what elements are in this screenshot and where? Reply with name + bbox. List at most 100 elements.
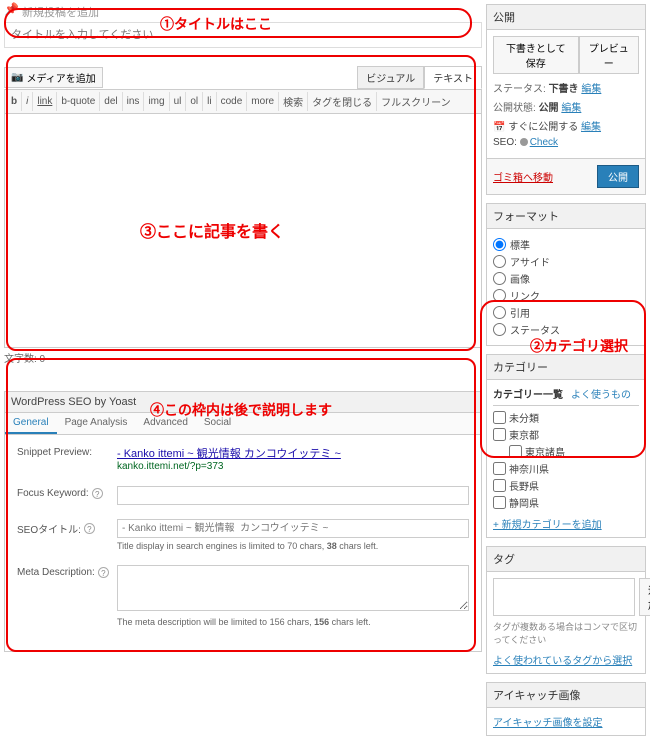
cat-label: 神奈川県 xyxy=(509,461,549,476)
format-label: ステータス xyxy=(510,322,560,337)
format-label: アサイド xyxy=(510,254,550,269)
tbtn-link[interactable]: link xyxy=(33,92,57,111)
seo-status-icon xyxy=(520,138,528,146)
tags-panel: タグ 追加 タグが複数ある場合はコンマで区切ってください よく使われているタグか… xyxy=(486,546,646,674)
cat-label: 静岡県 xyxy=(509,495,539,510)
edit-visibility-link[interactable]: 編集 xyxy=(561,103,581,114)
cat-tab-all[interactable]: カテゴリー一覧 xyxy=(493,386,563,401)
seo-meta-label: Meta Description: xyxy=(17,567,95,578)
tbtn-italic[interactable]: i xyxy=(22,92,33,111)
categories-title: カテゴリー xyxy=(487,355,645,380)
seo-snippet-url: kanko.ittemi.net/?p=373 xyxy=(117,461,469,472)
seo-check-link[interactable]: Check xyxy=(530,137,558,148)
cat-label: 未分類 xyxy=(509,410,539,425)
categories-panel: カテゴリー カテゴリー一覧 よく使うもの 未分類 東京都 東京諸島 神奈川県 長… xyxy=(486,354,646,538)
tbtn-ul[interactable]: ul xyxy=(170,92,187,111)
featured-image-panel: アイキャッチ画像 アイキャッチ画像を設定 xyxy=(486,682,646,736)
editor-toolbar: b i link b-quote del ins img ul ol li co… xyxy=(4,89,482,114)
word-count: 文字数: 0 xyxy=(4,350,482,365)
seo-meta-note: The meta description will be limited to … xyxy=(117,617,469,627)
tbtn-del[interactable]: del xyxy=(100,92,122,111)
tbtn-ins[interactable]: ins xyxy=(123,92,145,111)
cat-checkbox[interactable] xyxy=(493,479,506,492)
help-icon[interactable]: ? xyxy=(92,488,103,499)
status-value: 下書き xyxy=(549,84,579,95)
format-radio-status[interactable] xyxy=(493,323,506,336)
edit-status-link[interactable]: 編集 xyxy=(581,84,601,95)
seo-snippet-label: Snippet Preview: xyxy=(17,445,117,458)
move-to-trash-link[interactable]: ゴミ箱へ移動 xyxy=(493,169,553,184)
format-title: フォーマット xyxy=(487,204,645,229)
seo-title-note: Title display in search engines is limit… xyxy=(117,541,469,551)
format-label: 標準 xyxy=(510,237,530,252)
tbtn-fullscreen[interactable]: フルスクリーン xyxy=(377,92,455,111)
tbtn-code[interactable]: code xyxy=(217,92,248,111)
tbtn-search[interactable]: 検索 xyxy=(279,92,308,111)
tbtn-ol[interactable]: ol xyxy=(186,92,203,111)
format-radio-aside[interactable] xyxy=(493,255,506,268)
seo-title-input[interactable] xyxy=(117,519,469,538)
cat-checkbox[interactable] xyxy=(493,462,506,475)
publish-title: 公開 xyxy=(487,5,645,30)
help-icon[interactable]: ? xyxy=(98,567,109,578)
tag-note: タグが複数ある場合はコンマで区切ってください xyxy=(493,620,639,646)
status-label: ステータス: xyxy=(493,84,546,95)
format-radio-link[interactable] xyxy=(493,289,506,302)
seo-focus-label: Focus Keyword: xyxy=(17,488,89,499)
cat-label: 東京都 xyxy=(509,427,539,442)
tbtn-more[interactable]: more xyxy=(247,92,279,111)
add-category-link[interactable]: + 新規カテゴリーを追加 xyxy=(493,516,639,531)
tbtn-img[interactable]: img xyxy=(144,92,169,111)
cat-label: 東京諸島 xyxy=(525,444,565,459)
publish-panel: 公開 下書きとして保存 プレビュー ステータス: 下書き 編集 公開状態: 公開… xyxy=(486,4,646,195)
cat-checkbox[interactable] xyxy=(493,411,506,424)
seo-tab-page-analysis[interactable]: Page Analysis xyxy=(57,413,136,434)
camera-icon: 📷 xyxy=(11,72,23,83)
tab-text[interactable]: テキスト xyxy=(424,66,482,89)
seo-label: SEO: xyxy=(493,137,517,148)
format-panel: フォーマット 標準 アサイド 画像 リンク 引用 ステータス xyxy=(486,203,646,346)
tab-visual[interactable]: ビジュアル xyxy=(357,66,424,89)
format-radio-standard[interactable] xyxy=(493,238,506,251)
save-draft-button[interactable]: 下書きとして保存 xyxy=(493,36,579,74)
help-icon[interactable]: ? xyxy=(84,523,95,534)
cat-tab-used[interactable]: よく使うもの xyxy=(571,386,631,401)
seo-tab-advanced[interactable]: Advanced xyxy=(135,413,195,434)
tbtn-li[interactable]: li xyxy=(203,92,216,111)
tbtn-bold[interactable]: b xyxy=(7,92,22,111)
featured-title: アイキャッチ画像 xyxy=(487,683,645,708)
seo-metabox: WordPress SEO by Yoast General Page Anal… xyxy=(4,391,482,652)
format-radio-image[interactable] xyxy=(493,272,506,285)
schedule-label: すぐに公開する xyxy=(508,122,578,133)
editor-textarea[interactable] xyxy=(4,114,482,348)
seo-title-label: SEOタイトル: xyxy=(17,521,81,536)
cat-label: 長野県 xyxy=(509,478,539,493)
page-heading: 新規投稿を追加 xyxy=(4,4,482,20)
publish-button[interactable]: 公開 xyxy=(597,165,639,188)
format-label: 引用 xyxy=(510,305,530,320)
format-radio-quote[interactable] xyxy=(493,306,506,319)
seo-tab-social[interactable]: Social xyxy=(196,413,239,434)
cat-checkbox[interactable] xyxy=(493,496,506,509)
format-label: 画像 xyxy=(510,271,530,286)
seo-focus-keyword-input[interactable] xyxy=(117,486,469,505)
seo-header: WordPress SEO by Yoast xyxy=(5,392,481,413)
post-title-input[interactable] xyxy=(4,22,482,48)
cat-checkbox[interactable] xyxy=(509,445,522,458)
tbtn-closetags[interactable]: タグを閉じる xyxy=(308,92,377,111)
add-tag-button[interactable]: 追加 xyxy=(639,578,650,616)
tbtn-bquote[interactable]: b-quote xyxy=(57,92,100,111)
choose-tags-link[interactable]: よく使われているタグから選択 xyxy=(493,652,639,667)
add-media-button[interactable]: 📷 メディアを追加 xyxy=(4,67,103,88)
format-label: リンク xyxy=(510,288,540,303)
calendar-icon: 📅 xyxy=(493,122,505,133)
edit-schedule-link[interactable]: 編集 xyxy=(581,122,601,133)
set-featured-image-link[interactable]: アイキャッチ画像を設定 xyxy=(493,718,603,729)
tag-input[interactable] xyxy=(493,578,635,616)
preview-button[interactable]: プレビュー xyxy=(579,36,639,74)
cat-checkbox[interactable] xyxy=(493,428,506,441)
visibility-label: 公開状態: xyxy=(493,103,536,114)
seo-snippet-title: - Kanko ittemi ~ 観光情報 カンコウイッテミ ~ xyxy=(117,445,469,461)
seo-meta-textarea[interactable] xyxy=(117,565,469,611)
seo-tab-general[interactable]: General xyxy=(5,413,57,434)
